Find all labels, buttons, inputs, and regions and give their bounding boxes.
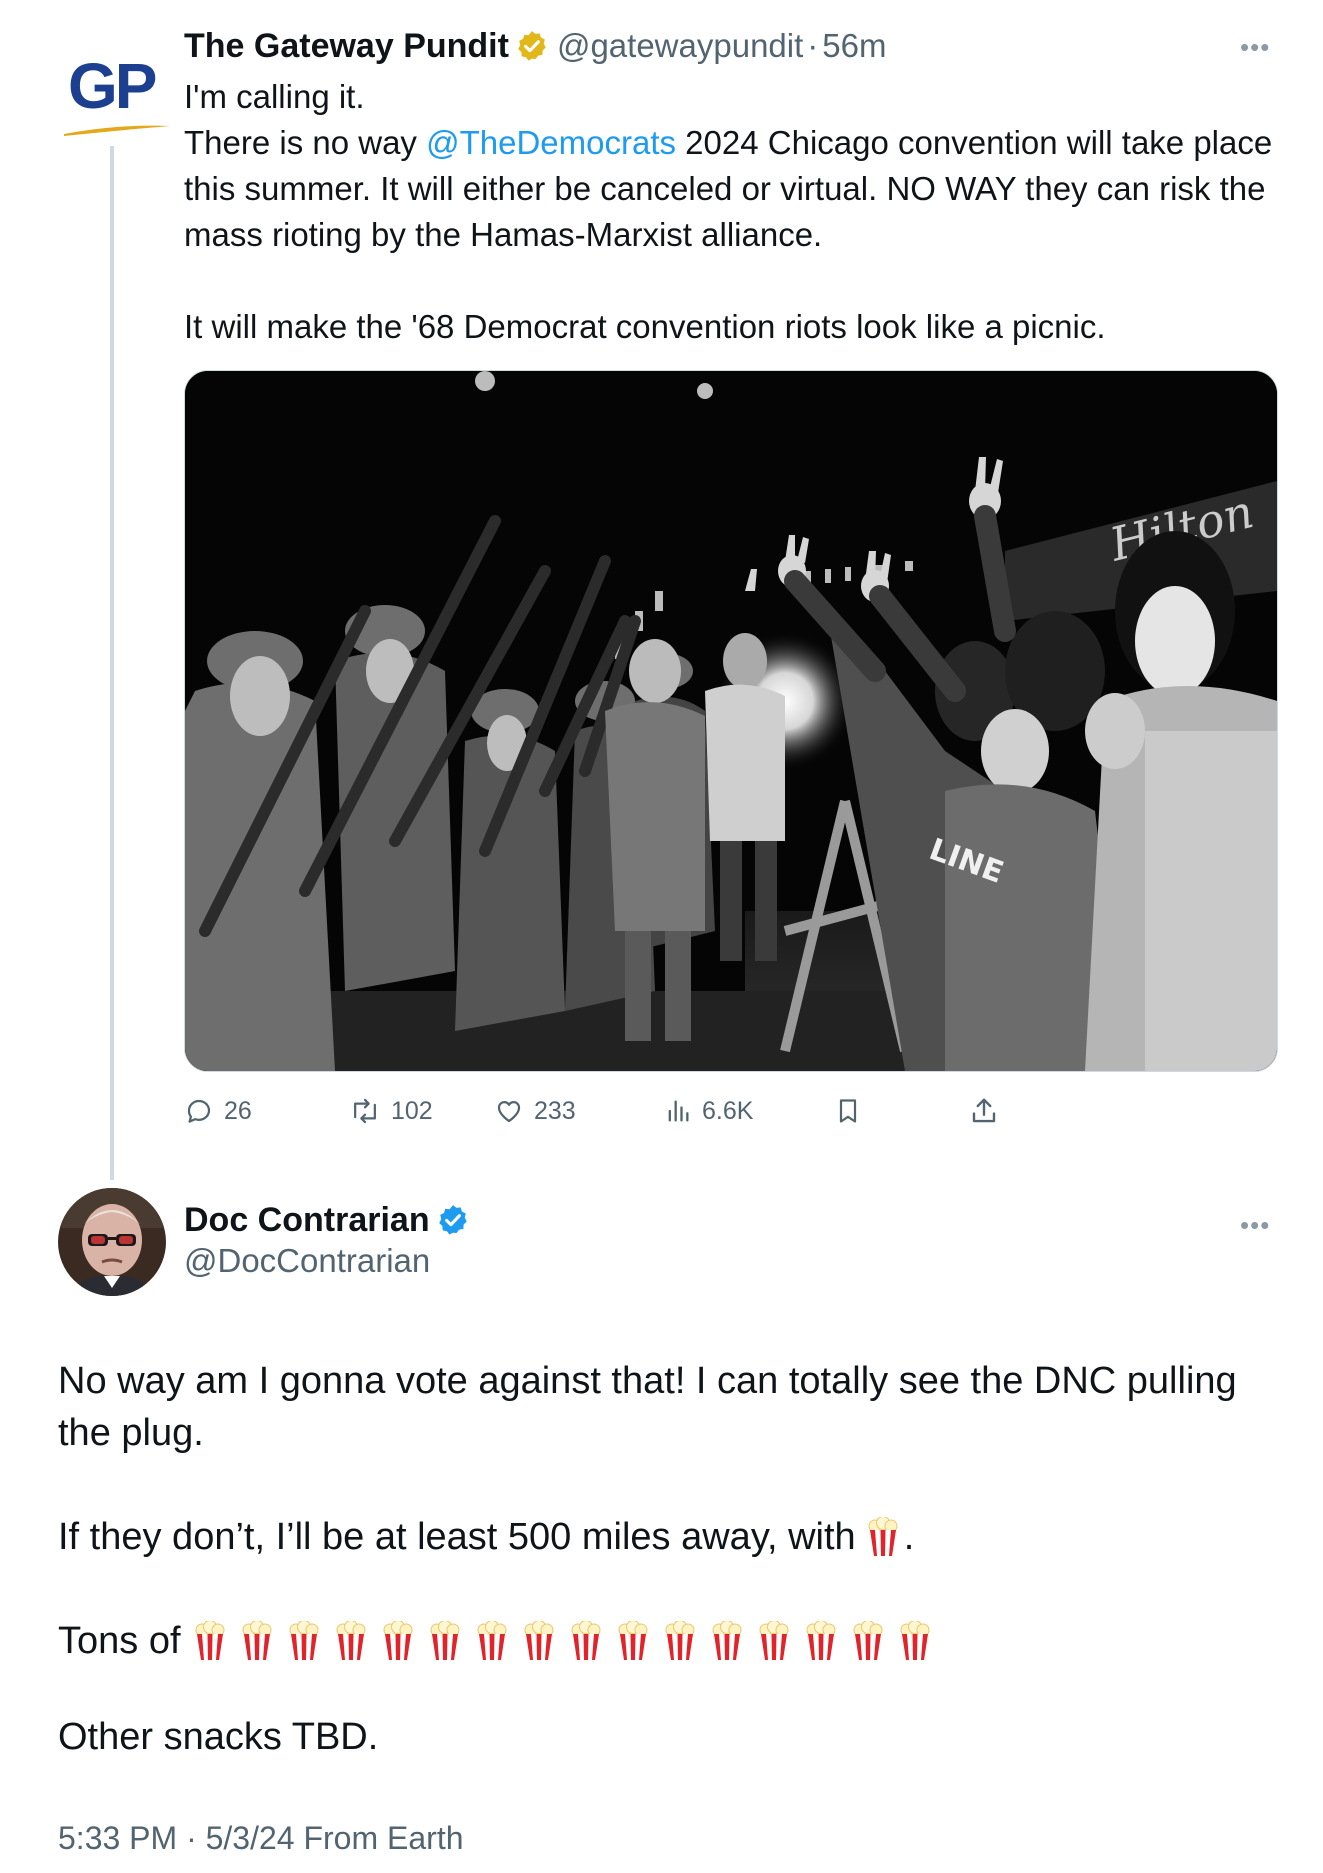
mention-link[interactable]: @TheDemocrats	[426, 124, 676, 161]
gateway-pundit-avatar[interactable]: GP	[62, 50, 172, 140]
popcorn-emoji-icon	[866, 1516, 904, 1559]
tweet-text-segment: There is no way	[184, 124, 427, 161]
verified-blue-badge-icon[interactable]	[436, 1203, 470, 1237]
popcorn-emoji-icon	[710, 1620, 744, 1661]
reply-text-segment: If they don’t, I’ll be at least 500 mile…	[58, 1516, 856, 1558]
heart-icon	[497, 1100, 521, 1123]
avatar-photo-image	[58, 1188, 166, 1296]
popcorn-emoji-icon	[428, 1620, 462, 1661]
reply-count: 26	[224, 1096, 252, 1125]
popcorn-emoji-icon	[851, 1620, 885, 1661]
popcorn-emoji-icon	[475, 1620, 509, 1661]
reply-text-segment: Tons of	[58, 1620, 181, 1662]
popcorn-emoji-icon	[334, 1620, 368, 1661]
views-button[interactable]: 6.6K	[664, 1085, 753, 1137]
popcorn-emoji-icon	[616, 1620, 650, 1661]
popcorn-emoji-icon	[898, 1620, 932, 1661]
reply-author-handle[interactable]: @DocContrarian	[184, 1240, 430, 1282]
popcorn-emoji-icon	[569, 1620, 603, 1661]
popcorn-emoji-icon	[287, 1620, 321, 1661]
popcorn-emoji-icon	[193, 1620, 227, 1661]
tweet-text-line: It will make the '68 Democrat convention…	[184, 308, 1106, 345]
reply-paragraph: Tons of	[58, 1615, 1278, 1667]
author-name[interactable]: The Gateway Pundit	[184, 27, 509, 66]
reply-header: Doc Contrarian	[184, 1198, 478, 1242]
bookmark-button[interactable]	[834, 1085, 872, 1137]
reply-paragraph: Other snacks TBD.	[58, 1716, 379, 1758]
reply-more-options-icon[interactable]: •••	[1240, 1210, 1270, 1241]
retweet-count: 102	[391, 1096, 433, 1125]
more-options-icon[interactable]: •••	[1240, 32, 1270, 63]
tweet-time[interactable]: 56m	[822, 27, 886, 65]
popcorn-emoji-icon	[522, 1620, 556, 1661]
view-count: 6.6K	[702, 1096, 754, 1125]
reply-paragraph: If they don’t, I’ll be at least 500 mile…	[58, 1511, 1278, 1563]
tweet-text-line: I'm calling it.	[184, 78, 365, 115]
tweet-header: The Gateway Pundit @gatewaypundit · 56m	[184, 26, 886, 66]
protest-photo-image: Hilton LINE	[185, 371, 1277, 1071]
popcorn-emoji-icon	[804, 1620, 838, 1661]
verified-gold-badge-icon[interactable]	[515, 29, 549, 63]
popcorn-emoji-icon	[757, 1620, 791, 1661]
tweet-action-bar: 26 102 233 6.6K	[184, 1085, 1184, 1137]
logo-swoosh-icon	[64, 125, 170, 136]
share-button[interactable]	[969, 1085, 1009, 1137]
reply-text-segment: .	[903, 1516, 915, 1558]
retweet-icon	[354, 1098, 376, 1124]
bookmark-icon	[839, 1099, 857, 1123]
popcorn-emoji-row	[193, 1620, 945, 1661]
doc-contrarian-avatar[interactable]	[58, 1188, 166, 1296]
popcorn-emoji-icon	[663, 1620, 697, 1661]
popcorn-emoji-icon	[381, 1620, 415, 1661]
popcorn-emoji-icon	[240, 1620, 274, 1661]
views-bar-icon	[668, 1100, 689, 1122]
avatar-logo-text: GP	[68, 50, 157, 122]
thread-connector-line	[110, 146, 114, 1180]
reply-button[interactable]: 26	[184, 1085, 252, 1137]
tweet-text-paragraph: There is no way @TheDemocrats 2024 Chica…	[184, 120, 1284, 258]
tweet-photo[interactable]: Hilton LINE	[184, 370, 1278, 1072]
reply-timestamp[interactable]: 5:33 PM · 5/3/24 From Earth	[58, 1818, 464, 1858]
retweet-button[interactable]: 102	[349, 1085, 433, 1137]
reply-paragraph: No way am I gonna vote against that! I c…	[58, 1360, 1237, 1454]
like-button[interactable]: 233	[494, 1085, 576, 1137]
separator-dot: ·	[807, 27, 819, 64]
author-handle[interactable]: @gatewaypundit	[557, 27, 803, 65]
like-count: 233	[534, 1096, 576, 1125]
reply-author-name[interactable]: Doc Contrarian	[184, 1201, 430, 1240]
reply-bubble-icon	[187, 1099, 211, 1123]
tweet-body: I'm calling it. There is no way @TheDemo…	[184, 74, 1284, 350]
reply-body: No way am I gonna vote against that! I c…	[58, 1355, 1278, 1763]
share-icon	[972, 1098, 996, 1123]
